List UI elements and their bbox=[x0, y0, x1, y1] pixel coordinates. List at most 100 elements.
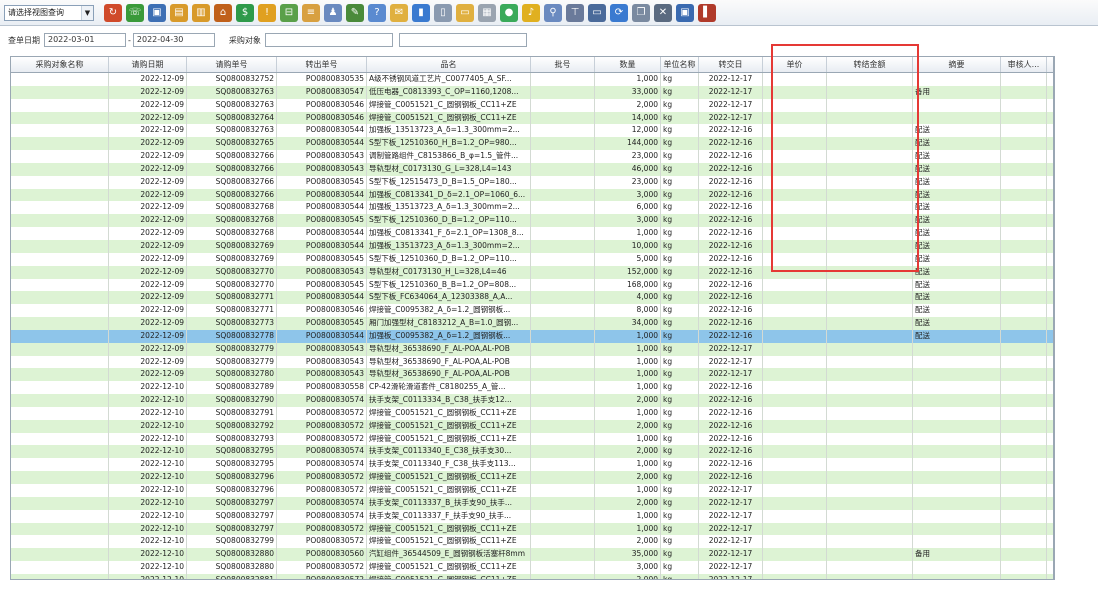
table-row[interactable]: 2022-12-09 SQ0800832768 PO0800830544 加强板_13… bbox=[11, 201, 1053, 215]
column-header[interactable]: 摘要 bbox=[913, 57, 1001, 72]
table-row[interactable]: 2022-12-09 SQ0800832779 PO0800830543 导轨型材_3… bbox=[11, 342, 1053, 356]
table-row[interactable]: 2022-12-09 SQ0800832752 PO0800830535 A级不锈钢风… bbox=[11, 73, 1053, 86]
table-row[interactable]: 2022-12-09 SQ0800832763 PO0800830547 低压电器_C… bbox=[11, 85, 1053, 99]
exit-icon[interactable]: ▌ bbox=[698, 3, 716, 22]
table-cell: 低压电器_C0813393_C_OP=1160,1208... bbox=[367, 85, 531, 99]
table-row[interactable]: 2022-12-09 SQ0800832766 PO0800830543 导轨型材_C… bbox=[11, 162, 1053, 176]
help-icon[interactable]: ? bbox=[368, 3, 386, 22]
table-cell: 2022-12-16 bbox=[699, 329, 763, 343]
table-cell: 2022-12-09 bbox=[109, 188, 187, 202]
table-cell bbox=[1001, 548, 1047, 562]
table-row[interactable]: 2022-12-09 SQ0800832780 PO0800830543 导轨型材_3… bbox=[11, 368, 1053, 382]
search-icon[interactable]: ⚲ bbox=[544, 3, 562, 22]
circle-icon[interactable]: ● bbox=[500, 3, 518, 22]
column-header[interactable]: 采购对象名称 bbox=[11, 57, 109, 72]
lock-icon[interactable]: ▤ bbox=[170, 3, 188, 22]
table-cell bbox=[827, 137, 913, 151]
refresh-chart-icon[interactable]: ↻ bbox=[104, 3, 122, 22]
column-header[interactable]: 单位名称 bbox=[661, 57, 699, 72]
document-icon[interactable]: ≡ bbox=[302, 3, 320, 22]
table-cell: SQ0800832789 bbox=[187, 381, 277, 395]
date-from-input[interactable]: 2022-03-01 bbox=[44, 33, 126, 47]
edit-icon[interactable]: ✎ bbox=[346, 3, 364, 22]
column-header[interactable]: 请购日期 bbox=[109, 57, 187, 72]
table-cell: 焊接管_C0051521_C_圆钢钢板_CC11+ZE bbox=[367, 522, 531, 536]
money-icon[interactable]: $ bbox=[236, 3, 254, 22]
column-header[interactable]: 转出单号 bbox=[277, 57, 367, 72]
table-row[interactable]: 2022-12-09 SQ0800832766 PO0800830543 调制管路组件… bbox=[11, 150, 1053, 163]
table-row[interactable]: 2022-12-09 SQ0800832766 PO0800830545 S型下板_1… bbox=[11, 175, 1053, 189]
table-row[interactable]: 2022-12-09 SQ0800832765 PO0800830544 S型下板_1… bbox=[11, 137, 1053, 151]
table-row[interactable]: 2022-12-09 SQ0800832779 PO0800830543 导轨型材_3… bbox=[11, 355, 1053, 369]
table-row[interactable]: 2022-12-10 SQ0800832797 PO0800830574 扶手支架_C… bbox=[11, 509, 1053, 523]
close-icon[interactable]: ✕ bbox=[654, 3, 672, 22]
window-icon[interactable]: ❐ bbox=[632, 3, 650, 22]
book-icon[interactable]: ▮ bbox=[412, 3, 430, 22]
warning-icon[interactable]: ! bbox=[258, 3, 276, 22]
table-cell: 1,000 bbox=[595, 458, 661, 472]
table-row[interactable]: 2022-12-09 SQ0800832778 PO0800830544 加强板_C0… bbox=[11, 329, 1053, 343]
home-icon[interactable]: ⌂ bbox=[214, 3, 232, 22]
calendar-icon[interactable]: ▣ bbox=[676, 3, 694, 22]
column-header[interactable]: 审核人... bbox=[1001, 57, 1047, 72]
table-row[interactable]: 2022-12-10 SQ0800832789 PO0800830558 CP-42滑… bbox=[11, 381, 1053, 395]
users-icon[interactable]: ♟ bbox=[324, 3, 342, 22]
column-header[interactable]: 请购单号 bbox=[187, 57, 277, 72]
table-row[interactable]: 2022-12-09 SQ0800832763 PO0800830544 加强板_13… bbox=[11, 124, 1053, 138]
column-header[interactable]: 批号 bbox=[531, 57, 595, 72]
table-row[interactable]: 2022-12-10 SQ0800832880 PO0800830572 焊接管_C0… bbox=[11, 561, 1053, 574]
chevron-down-icon[interactable]: ▼ bbox=[81, 5, 93, 20]
table-row[interactable]: 2022-12-09 SQ0800832764 PO0800830546 焊接管_C0… bbox=[11, 111, 1053, 125]
monitor-icon[interactable]: ▭ bbox=[588, 3, 606, 22]
org-chart-icon[interactable]: ⊤ bbox=[566, 3, 584, 22]
table-row[interactable]: 2022-12-09 SQ0800832773 PO0800830545 厢门加强型材… bbox=[11, 317, 1053, 330]
table-row[interactable]: 2022-12-09 SQ0800832770 PO0800830545 S型下板_1… bbox=[11, 278, 1053, 292]
table-row[interactable]: 2022-12-10 SQ0800832790 PO0800830574 扶手支架_C… bbox=[11, 394, 1053, 407]
table-row[interactable]: 2022-12-10 SQ0800832880 PO0800830560 汽缸组件_3… bbox=[11, 548, 1053, 562]
table-row[interactable]: 2022-12-09 SQ0800832769 PO0800830545 S型下板_1… bbox=[11, 252, 1053, 266]
table-cell: 10,000 bbox=[595, 239, 661, 253]
table-row[interactable]: 2022-12-10 SQ0800832793 PO0800830572 焊接管_C0… bbox=[11, 432, 1053, 446]
phone-icon[interactable]: ☏ bbox=[126, 3, 144, 22]
table-row[interactable]: 2022-12-10 SQ0800832796 PO0800830572 焊接管_C0… bbox=[11, 484, 1053, 497]
table-cell bbox=[827, 317, 913, 330]
table-row[interactable]: 2022-12-09 SQ0800832771 PO0800830546 焊接管_C0… bbox=[11, 304, 1053, 318]
bell-icon[interactable]: ♪ bbox=[522, 3, 540, 22]
table-row[interactable]: 2022-12-10 SQ0800832797 PO0800830572 焊接管_C0… bbox=[11, 522, 1053, 536]
table-row[interactable]: 2022-12-10 SQ0800832795 PO0800830574 扶手支架_C… bbox=[11, 458, 1053, 472]
view-select[interactable]: 请选择视图查询 ▼ bbox=[4, 4, 94, 21]
table-row[interactable]: 2022-12-10 SQ0800832881 PO0800830572 焊接管_C0… bbox=[11, 573, 1053, 579]
table-row[interactable]: 2022-12-10 SQ0800832797 PO0800830574 扶手支架_C… bbox=[11, 496, 1053, 510]
table-row[interactable]: 2022-12-10 SQ0800832795 PO0800830574 扶手支架_C… bbox=[11, 445, 1053, 459]
sync-icon[interactable]: ⟳ bbox=[610, 3, 628, 22]
table-row[interactable]: 2022-12-09 SQ0800832771 PO0800830544 S型下板_F… bbox=[11, 291, 1053, 305]
table-row[interactable]: 2022-12-09 SQ0800832768 PO0800830545 S型下板_1… bbox=[11, 214, 1053, 228]
table-row[interactable]: 2022-12-09 SQ0800832769 PO0800830544 加强板_13… bbox=[11, 239, 1053, 253]
table-cell: 焊接管_C0051521_C_圆钢钢板_CC11+ZE bbox=[367, 406, 531, 420]
box-icon[interactable]: ▥ bbox=[192, 3, 210, 22]
column-header[interactable]: 转结金额 bbox=[827, 57, 913, 72]
mail-icon[interactable]: ✉ bbox=[390, 3, 408, 22]
column-header[interactable]: 数量 bbox=[595, 57, 661, 72]
save-icon[interactable]: ▣ bbox=[148, 3, 166, 22]
table-row[interactable]: 2022-12-09 SQ0800832766 PO0800830544 加强板_C0… bbox=[11, 188, 1053, 202]
column-header[interactable]: 品名 bbox=[367, 57, 531, 72]
date-to-input[interactable]: 2022-04-30 bbox=[132, 33, 215, 47]
table-row[interactable]: 2022-12-09 SQ0800832763 PO0800830546 焊接管_C0… bbox=[11, 98, 1053, 112]
table-cell: 调制管路组件_C8153866_B_φ=1.5_管件... bbox=[367, 150, 531, 163]
supplier-input[interactable] bbox=[264, 33, 393, 47]
table-row[interactable]: 2022-12-10 SQ0800832796 PO0800830572 焊接管_C0… bbox=[11, 471, 1053, 484]
supplier-input-2[interactable] bbox=[398, 33, 527, 47]
table-row[interactable]: 2022-12-09 SQ0800832770 PO0800830543 导轨型材_C… bbox=[11, 265, 1053, 279]
cart-icon[interactable]: ⊟ bbox=[280, 3, 298, 22]
table-cell: kg bbox=[661, 227, 699, 240]
building-icon[interactable]: ▦ bbox=[478, 3, 496, 22]
folder-icon[interactable]: ▭ bbox=[456, 3, 474, 22]
table-row[interactable]: 2022-12-09 SQ0800832768 PO0800830544 加强板_C0… bbox=[11, 227, 1053, 240]
clipboard-icon[interactable]: ▯ bbox=[434, 3, 452, 22]
column-header[interactable]: 单价 bbox=[763, 57, 827, 72]
table-row[interactable]: 2022-12-10 SQ0800832791 PO0800830572 焊接管_C0… bbox=[11, 406, 1053, 420]
table-row[interactable]: 2022-12-10 SQ0800832792 PO0800830572 焊接管_C0… bbox=[11, 419, 1053, 433]
table-row[interactable]: 2022-12-10 SQ0800832799 PO0800830572 焊接管_C0… bbox=[11, 535, 1053, 549]
column-header[interactable]: 转交日 bbox=[699, 57, 763, 72]
